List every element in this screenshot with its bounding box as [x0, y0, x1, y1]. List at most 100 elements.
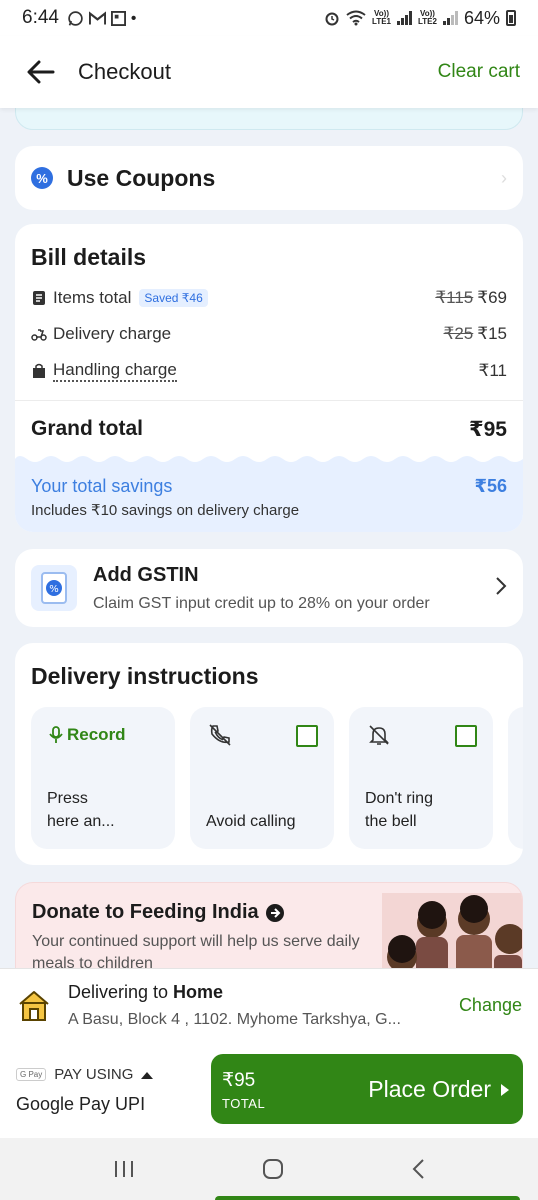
checkout-content[interactable]: % Use Coupons › Bill details Items total… [0, 108, 538, 968]
pay-using-label: PAY USING [54, 1066, 134, 1083]
place-order-button[interactable]: ₹95 TOTAL Place Order [211, 1054, 523, 1124]
items-total-original: ₹115 [435, 288, 474, 307]
more-instruction-option[interactable] [508, 707, 523, 849]
bill-details-card: Bill details Items total Saved ₹46 ₹115 ₹… [15, 224, 523, 532]
record-instruction-option[interactable]: Record Press here an... [31, 707, 175, 849]
lte2-indicator: Vo)) LTE2 [418, 9, 437, 26]
dont-ring-bell-checkbox[interactable] [455, 725, 477, 747]
total-savings-amount: ₹56 [474, 476, 507, 496]
delivery-charge-original: ₹25 [443, 324, 474, 343]
record-label: Record [67, 725, 126, 744]
back-arrow-icon [27, 60, 55, 84]
address-place: Home [173, 982, 224, 1002]
chevron-right-icon [495, 576, 507, 601]
payment-bar: G Pay PAY USING Google Pay UPI ₹95 TOTAL… [0, 1042, 538, 1138]
add-gstin-card[interactable]: % Add GSTIN Claim GST input credit up to… [15, 549, 523, 627]
app-header: Checkout Clear cart [0, 36, 538, 108]
avoid-calling-label: Avoid calling [206, 813, 296, 830]
caret-up-icon [141, 1071, 154, 1079]
caret-right-icon [501, 1083, 509, 1096]
coupon-badge-icon: % [31, 167, 53, 189]
previous-section-stub [15, 108, 523, 130]
payment-method-name[interactable]: Google Pay UPI [16, 1094, 145, 1115]
recents-icon[interactable] [113, 1159, 135, 1179]
microphone-icon [49, 726, 63, 743]
savings-note: Includes ₹10 savings on delivery charge [31, 502, 300, 519]
delivery-instructions-title: Delivery instructions [31, 663, 259, 689]
bell-off-icon [367, 723, 391, 752]
payment-method-selector[interactable]: G Pay PAY USING [16, 1066, 154, 1083]
dont-ring-bell-option[interactable]: Don't ring the bell [349, 707, 493, 849]
shopping-bag-icon [31, 363, 47, 379]
receipt-icon [31, 290, 47, 306]
address-line: A Basu, Block 4 , 1102. Myhome Tarkshya,… [68, 1011, 401, 1028]
alarm-icon [325, 12, 339, 26]
gst-document-icon: % [31, 565, 77, 611]
add-gstin-subtitle: Claim GST input credit up to 28% on your… [93, 594, 430, 612]
delivery-instructions-card: Delivery instructions Record Press here a… [15, 643, 523, 865]
back-nav-icon[interactable] [411, 1158, 425, 1180]
svg-text:%: % [49, 584, 59, 595]
page-title: Checkout [78, 59, 171, 84]
handling-charge-label[interactable]: Handling charge [53, 360, 177, 382]
app-notification-icon [110, 10, 126, 26]
delivery-address-bar: Delivering to Home A Basu, Block 4 , 110… [0, 968, 538, 1042]
saved-badge: Saved ₹46 [139, 289, 208, 307]
use-coupons-card[interactable]: % Use Coupons › [15, 146, 523, 210]
arrow-circle-right-icon [265, 903, 284, 922]
status-right: Vo)) LTE1 Vo)) LTE2 64% [324, 8, 516, 29]
order-total-label: TOTAL [222, 1096, 266, 1111]
back-button[interactable] [26, 57, 56, 87]
total-savings-label: Your total savings [31, 476, 173, 496]
handling-charge-amount: ₹11 [478, 361, 507, 380]
delivering-to-label: Delivering to Home [68, 982, 224, 1002]
bill-divider [15, 400, 523, 401]
wave-edge [15, 455, 523, 462]
delivery-charge-amount: ₹15 [477, 324, 507, 343]
phone-off-icon [208, 723, 232, 752]
wifi-icon [346, 10, 366, 26]
children-photo [382, 893, 522, 968]
status-time: 6:44 [22, 7, 59, 28]
place-order-label: Place Order [368, 1076, 491, 1102]
items-total-row: Items total Saved ₹46 ₹115 ₹69 [31, 288, 507, 308]
battery-percent: 64% [463, 7, 500, 28]
signal2-icon [442, 11, 458, 25]
whatsapp-icon [68, 10, 83, 26]
record-button[interactable]: Record [49, 725, 126, 745]
chevron-right-icon: › [501, 167, 507, 188]
home-nav-icon[interactable] [262, 1158, 284, 1180]
change-address-button[interactable]: Change [459, 995, 522, 1016]
gpay-logo: G Pay [16, 1068, 47, 1081]
lte1-indicator: Vo)) LTE1 [372, 9, 391, 26]
battery-icon [506, 10, 516, 26]
bottom-green-edge [215, 1196, 520, 1200]
delivery-charge-row: Delivery charge ₹25 ₹15 [31, 324, 507, 344]
total-savings-strip: Your total savings ₹56 Includes ₹10 savi… [15, 455, 523, 532]
signal1-icon [397, 11, 412, 25]
clear-cart-button[interactable]: Clear cart [438, 61, 520, 83]
record-hint: Press here an... [47, 790, 115, 830]
bill-details-title: Bill details [31, 244, 147, 270]
use-coupons-label: Use Coupons [67, 164, 216, 191]
grand-total-label: Grand total [31, 417, 144, 440]
donate-title: Donate to Feeding India [32, 901, 259, 923]
order-total-amount: ₹95 [222, 1070, 256, 1091]
donate-feeding-india-card[interactable]: Donate to Feeding India Your continued s… [15, 882, 523, 968]
scooter-icon [31, 326, 47, 342]
system-nav-bar [0, 1138, 538, 1200]
dont-ring-bell-label: Don't ring the bell [365, 790, 433, 830]
delivery-charge-label: Delivery charge [53, 324, 172, 343]
avoid-calling-checkbox[interactable] [296, 725, 318, 747]
gmail-icon [88, 10, 106, 24]
home-icon [19, 990, 49, 1021]
grand-total-row: Grand total ₹95 [31, 417, 507, 442]
donate-subtitle: Your continued support will help us serv… [32, 933, 360, 968]
add-gstin-title: Add GSTIN [93, 563, 199, 586]
handling-charge-row[interactable]: Handling charge ₹11 [31, 360, 507, 382]
avoid-calling-option[interactable]: Avoid calling [190, 707, 334, 849]
notification-icons: • [67, 10, 136, 27]
items-total-amount: ₹69 [477, 288, 507, 307]
status-bar: 6:44 • Vo)) LTE1 Vo)) LTE2 64% [0, 0, 538, 36]
more-dot-icon: • [130, 9, 137, 27]
